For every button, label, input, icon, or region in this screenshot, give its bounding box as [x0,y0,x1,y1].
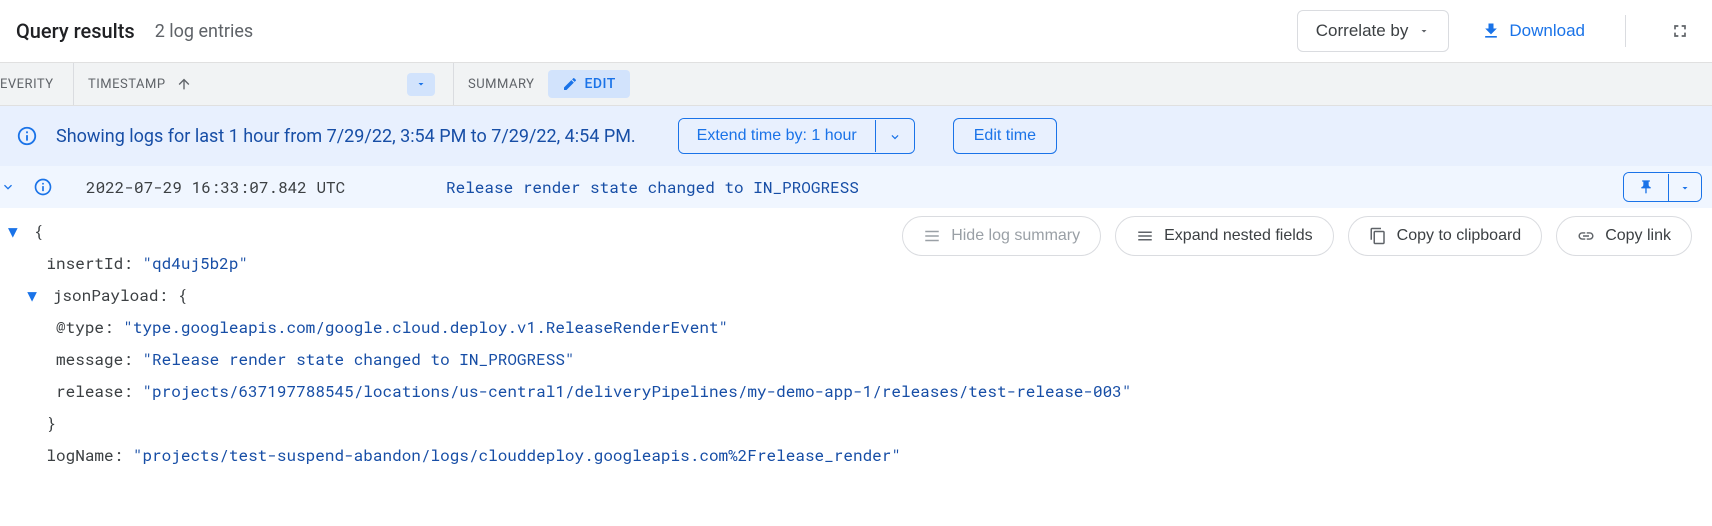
pin-button[interactable] [1624,173,1668,201]
log-summary-text: Release render state changed to IN_PROGR… [446,177,1623,198]
copy-link-button[interactable]: Copy link [1556,216,1692,256]
fullscreen-button[interactable] [1664,15,1696,47]
expand-nested-label: Expand nested fields [1164,227,1313,245]
json-value[interactable]: "type.googleapis.com/google.cloud.deploy… [123,317,728,338]
time-range-banner: Showing logs for last 1 hour from 7/29/2… [0,106,1712,166]
copy-icon [1369,227,1387,245]
copy-link-label: Copy link [1605,227,1671,245]
brace-open: { [178,285,188,306]
header-bar: Query results 2 log entries Correlate by… [0,0,1712,62]
fullscreen-icon [1670,21,1690,41]
pin-icon [1638,179,1654,195]
brace-close: } [46,413,56,434]
log-entry-row[interactable]: 2022-07-29 16:33:07.842 UTC Release rend… [0,166,1712,208]
json-key[interactable]: release [56,381,123,402]
collapse-caret[interactable] [0,179,20,195]
log-detail-actions: Hide log summary Expand nested fields Co… [902,216,1692,256]
info-icon [33,177,53,197]
caret-down-icon [415,78,427,90]
col-timestamp[interactable]: TIMESTAMP [74,63,454,105]
caret-down-icon [1679,182,1691,194]
banner-text: Showing logs for last 1 hour from 7/29/2… [56,126,636,147]
json-value[interactable]: "projects/637197788545/locations/us-cent… [142,381,1131,402]
edit-label: EDIT [584,76,615,92]
caret-down-icon [1418,25,1430,37]
correlate-by-button[interactable]: Correlate by [1297,10,1450,52]
log-count: 2 log entries [155,21,253,42]
extend-time-button[interactable]: Extend time by: 1 hour [679,119,875,153]
extend-time-dropdown[interactable] [875,120,914,151]
pin-group [1623,172,1702,202]
col-summary-label: SUMMARY [468,77,534,92]
columns-header: EVERITY TIMESTAMP SUMMARY EDIT [0,62,1712,106]
hide-summary-label: Hide log summary [951,227,1080,245]
json-value[interactable]: "projects/test-suspend-abandon/logs/clou… [133,445,901,466]
download-icon [1481,21,1501,41]
download-button[interactable]: Download [1469,13,1597,49]
json-key[interactable]: insertId [46,253,123,274]
divider [1625,15,1626,47]
edit-summary-button[interactable]: EDIT [548,70,629,98]
brace-open: { [34,221,44,242]
json-key[interactable]: message [56,349,123,370]
pin-dropdown[interactable] [1668,174,1701,201]
chevron-down-icon [888,130,902,144]
expand-icon [1136,227,1154,245]
json-key[interactable]: @type [56,317,104,338]
caret-toggle[interactable]: ▼ [8,216,24,248]
hide-summary-button[interactable]: Hide log summary [902,216,1101,256]
summary-icon [923,227,941,245]
edit-time-button[interactable]: Edit time [953,118,1057,154]
arrow-up-icon [176,76,192,92]
copy-clipboard-button[interactable]: Copy to clipboard [1348,216,1543,256]
expanded-log-detail: Hide log summary Expand nested fields Co… [0,208,1712,472]
chevron-down-icon [0,179,16,195]
extend-time-group: Extend time by: 1 hour [678,118,915,154]
timestamp-dropdown[interactable] [407,73,435,96]
download-label: Download [1509,21,1585,41]
json-value[interactable]: "Release render state changed to IN_PROG… [142,349,574,370]
expand-nested-button[interactable]: Expand nested fields [1115,216,1334,256]
col-severity[interactable]: EVERITY [0,63,74,105]
col-summary: SUMMARY EDIT [454,70,644,98]
caret-toggle[interactable]: ▼ [27,280,43,312]
col-timestamp-label: TIMESTAMP [88,77,166,92]
correlate-label: Correlate by [1316,21,1409,41]
log-timestamp: 2022-07-29 16:33:07.842 UTC [66,177,446,198]
json-value[interactable]: "qd4uj5b2p" [142,253,248,274]
json-key[interactable]: jsonPayload [53,285,159,306]
info-icon [16,125,38,147]
pencil-icon [562,76,578,92]
link-icon [1577,227,1595,245]
severity-info-icon[interactable] [20,177,66,197]
page-title: Query results [16,19,135,43]
copy-clipboard-label: Copy to clipboard [1397,227,1522,245]
json-key[interactable]: logName [46,445,113,466]
